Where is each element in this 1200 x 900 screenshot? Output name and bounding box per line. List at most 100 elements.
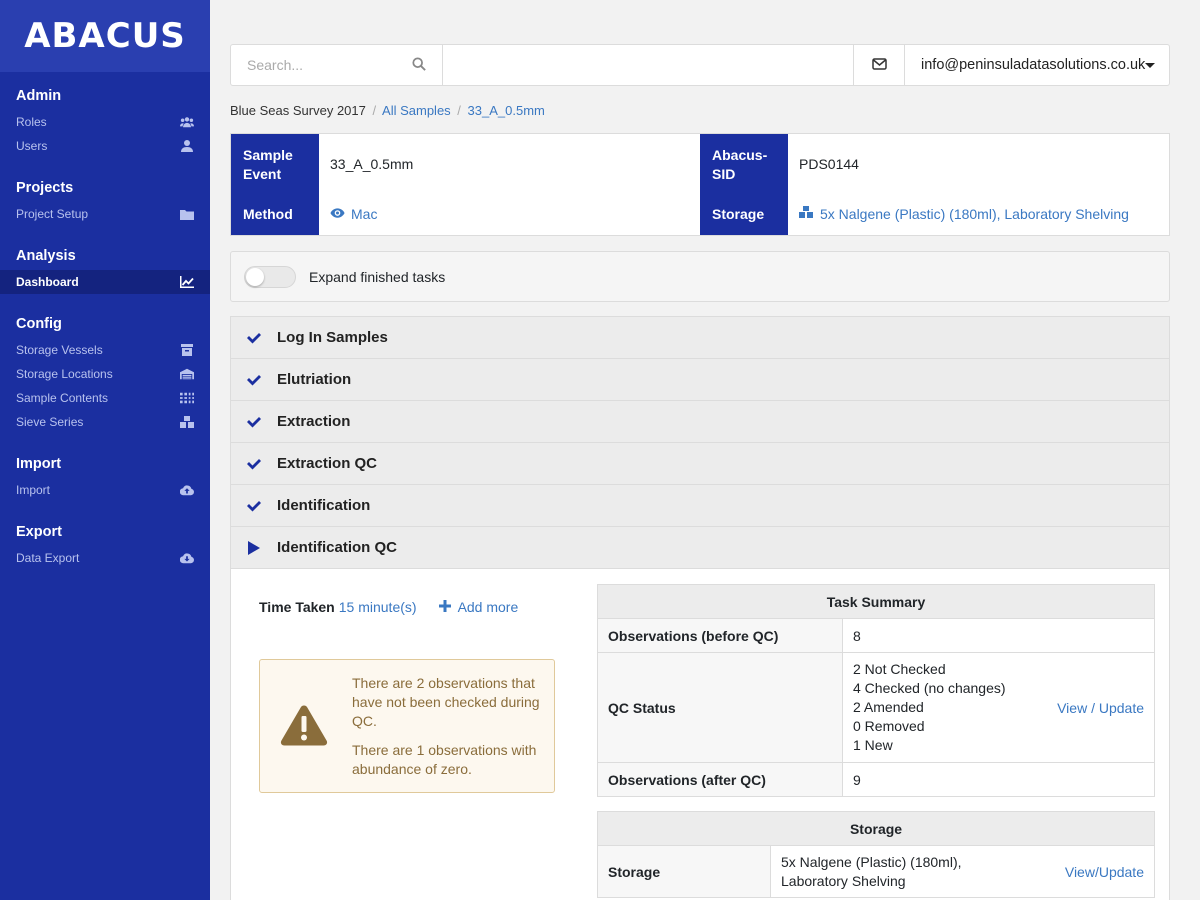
sidebar-item-label: Sample Contents <box>16 391 109 405</box>
add-more-button[interactable]: Add more <box>438 599 519 615</box>
sidebar-item-users[interactable]: Users <box>0 134 210 158</box>
sidebar-item-label: Data Export <box>16 551 80 565</box>
time-taken-label: Time Taken <box>259 599 335 615</box>
qc-status-label: QC Status <box>597 652 843 763</box>
qc-status-line: 4 Checked (no changes) <box>853 680 1006 696</box>
storage-row-label: Storage <box>597 845 771 898</box>
task-elutriation[interactable]: Elutriation <box>231 359 1169 401</box>
sidebar-item-storage-locations[interactable]: Storage Locations <box>0 362 210 386</box>
qc-warning-unchecked: There are 2 observations that have not b… <box>352 675 540 729</box>
sidebar-item-label: Storage Vessels <box>16 343 103 357</box>
top-bar-spacer <box>443 45 853 85</box>
nav-section-admin: Admin Roles Users <box>0 72 210 164</box>
qc-view-update-link[interactable]: View / Update <box>1057 700 1144 716</box>
task-summary-table: Task Summary Observations (before QC) 8 … <box>597 584 1155 797</box>
storage-row-value: 5x Nalgene (Plastic) (180ml), Laboratory… <box>781 853 962 889</box>
breadcrumb-separator: / <box>372 103 377 118</box>
method-label: Method <box>243 206 293 222</box>
info-values-left: 33_A_0.5mm Mac <box>319 134 700 235</box>
obs-after-label: Observations (after QC) <box>597 762 843 797</box>
expand-finished-label: Expand finished tasks <box>309 268 446 285</box>
qc-status-line: 1 New <box>853 737 893 753</box>
nav-section-title: Projects <box>16 180 74 196</box>
info-values-right: PDS0144 5x Nalgene (Plastic) (180ml), La… <box>788 134 1169 235</box>
check-icon <box>246 498 262 514</box>
qc-status-line: 2 Not Checked <box>853 661 946 677</box>
nav-section-title: Export <box>16 524 62 540</box>
warehouse-icon <box>180 368 194 380</box>
breadcrumb-current[interactable]: 33_A_0.5mm <box>468 103 545 118</box>
qc-status-lines: 2 Not Checked 4 Checked (no changes) 2 Ame… <box>853 660 1006 755</box>
sample-info-right: Abacus-SID Storage PDS0144 5x Nalgene (P… <box>700 134 1169 235</box>
task-label: Extraction <box>277 413 351 430</box>
user-icon <box>180 140 194 152</box>
task-log-in-samples[interactable]: Log In Samples <box>231 317 1169 359</box>
abacus-sid-label: Abacus-SID <box>712 147 768 182</box>
task-identification-qc[interactable]: Identification QC <box>231 527 1169 569</box>
qc-warning-zero-abundance: There are 1 observations with abundance … <box>352 742 537 777</box>
sidebar-item-sample-contents[interactable]: Sample Contents <box>0 386 210 410</box>
expand-finished-toggle[interactable] <box>244 265 296 288</box>
sample-event-label: Sample Event <box>243 147 293 182</box>
breadcrumb-project: Blue Seas Survey 2017 <box>230 103 366 118</box>
breadcrumb-all-samples[interactable]: All Samples <box>382 103 451 118</box>
abacus-sid-value: PDS0144 <box>799 156 859 172</box>
messages-button[interactable] <box>853 45 905 85</box>
user-menu-dropdown[interactable]: info@peninsuladatasolutions.co.uk <box>905 45 1169 85</box>
storage-table-title: Storage <box>597 811 1155 846</box>
task-summary-title: Task Summary <box>597 584 1155 619</box>
storage-view-update-link[interactable]: View/Update <box>1065 864 1144 880</box>
sidebar-item-label: Sieve Series <box>16 415 84 429</box>
user-email: info@peninsuladatasolutions.co.uk <box>921 57 1146 73</box>
search-input[interactable] <box>247 57 397 73</box>
time-taken-value[interactable]: 15 minute(s) <box>339 599 417 615</box>
sidebar-item-project-setup[interactable]: Project Setup <box>0 202 210 226</box>
brand-logo[interactable]: ABACUS <box>0 0 210 72</box>
breadcrumb: Blue Seas Survey 2017 / All Samples / 33… <box>230 103 545 118</box>
qc-warning-box: There are 2 observations that have not b… <box>259 659 555 793</box>
storage-row-cell: 5x Nalgene (Plastic) (180ml), Laboratory… <box>770 845 1155 898</box>
check-icon <box>246 456 262 472</box>
brand-name: ABACUS <box>24 16 186 56</box>
task-list: Log In Samples Elutriation Extraction Extra… <box>230 316 1170 570</box>
task-extraction[interactable]: Extraction <box>231 401 1169 443</box>
sidebar-item-roles[interactable]: Roles <box>0 110 210 134</box>
nav-section-projects: Projects Project Setup <box>0 164 210 232</box>
nav-section-title: Analysis <box>16 248 76 264</box>
search-icon[interactable] <box>412 56 426 74</box>
top-bar: info@peninsuladatasolutions.co.uk <box>230 44 1170 86</box>
nav-section-title: Config <box>16 316 62 332</box>
qc-status-line: 2 Amended <box>853 699 924 715</box>
nav-section-title: Admin <box>16 88 62 104</box>
play-icon <box>246 540 262 556</box>
info-labels-left: Sample Event Method <box>231 134 319 235</box>
sidebar-item-label: Project Setup <box>16 207 89 221</box>
nav-section-analysis: Analysis Dashboard <box>0 232 210 300</box>
sidebar-item-data-export[interactable]: Data Export <box>0 546 210 570</box>
storage-value: 5x Nalgene (Plastic) (180ml), Laboratory… <box>820 206 1129 222</box>
check-icon <box>246 414 262 430</box>
sidebar-nav: Admin Roles Users Projects Project Setup Anal… <box>0 72 210 576</box>
method-link[interactable]: Mac <box>319 196 700 236</box>
archive-icon <box>180 344 194 356</box>
sidebar-item-label: Import <box>16 483 51 497</box>
sidebar-item-label: Users <box>16 139 48 153</box>
sidebar-item-import[interactable]: Import <box>0 478 210 502</box>
sidebar-item-storage-vessels[interactable]: Storage Vessels <box>0 338 210 362</box>
nav-section-import: Import Import <box>0 440 210 508</box>
plus-icon <box>438 599 451 615</box>
obs-after-value: 9 <box>842 762 1155 797</box>
envelope-icon <box>871 57 887 73</box>
qc-status-line: 0 Removed <box>853 718 925 734</box>
sidebar-item-dashboard[interactable]: Dashboard <box>0 270 210 294</box>
cubes-icon <box>799 206 814 222</box>
sample-info-card: Sample Event Method 33_A_0.5mm Mac Abacu… <box>230 133 1170 236</box>
storage-link[interactable]: 5x Nalgene (Plastic) (180ml), Laboratory… <box>788 196 1169 236</box>
sidebar-item-sieve-series[interactable]: Sieve Series <box>0 410 210 434</box>
sidebar-item-label: Roles <box>16 115 47 129</box>
task-identification[interactable]: Identification <box>231 485 1169 527</box>
task-label: Identification QC <box>277 539 397 556</box>
sidebar-item-label: Storage Locations <box>16 367 113 381</box>
task-extraction-qc[interactable]: Extraction QC <box>231 443 1169 485</box>
add-more-label: Add more <box>457 599 519 615</box>
